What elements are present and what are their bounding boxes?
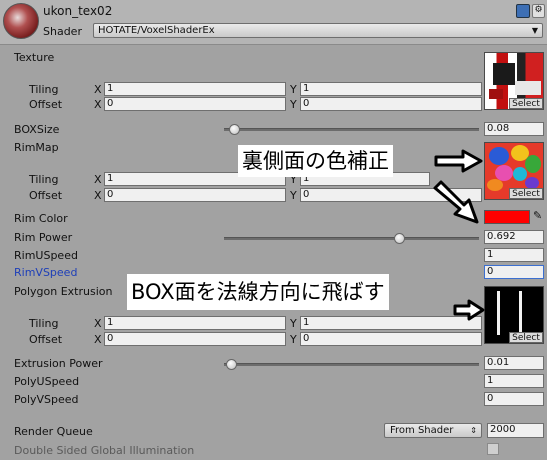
boxsize-label: BOXSize [14,123,60,136]
rimmap-select-button[interactable]: Select [509,188,543,199]
polygon-extrusion-offset-y-label: Y [290,333,297,346]
rimmap-thumbnail[interactable]: Select [484,142,544,200]
render-queue-dropdown-value: From Shader [390,425,454,436]
help-book-icon[interactable] [516,4,530,18]
rim-annotation-callout: 裏側面の色補正 [238,145,393,177]
rimmap-offset-label: Offset [29,189,63,202]
chevron-updown-icon: ⇕ [470,426,477,435]
polygon-extrusion-thumbnail[interactable]: Select [484,286,544,344]
boxsize-value-field[interactable]: 0.08 [484,122,544,136]
rim-power-slider-knob[interactable] [393,233,405,244]
rim-v-speed-field[interactable]: 0 [484,265,544,279]
texture-tiling-y-label: Y [290,83,297,96]
texture-tiling-x-label: X [94,83,102,96]
rim-power-value-field[interactable]: 0.692 [484,230,544,244]
boxsize-slider-track[interactable] [224,128,479,131]
rim-color-swatch[interactable] [484,210,530,224]
texture-tiling-y-field[interactable]: 1 [300,82,482,96]
shader-dropdown[interactable]: HOTATE/VoxelShaderEx ▼ [93,23,543,38]
rim-color-label: Rim Color [14,212,68,225]
extrusion-power-slider-track[interactable] [224,363,479,366]
texture-select-button[interactable]: Select [509,98,543,109]
rim-power-label: Rim Power [14,231,73,244]
chevron-down-icon: ▼ [531,26,538,35]
extrusion-power-slider-knob[interactable] [226,359,238,370]
double-sided-gi-label: Double Sided Global Illumination [14,444,195,457]
box-annotation-callout: BOX面を法線方向に飛ばす [127,274,389,310]
rim-power-slider-track[interactable] [224,237,479,240]
shader-label: Shader [43,25,82,38]
texture-tiling-x-field[interactable]: 1 [104,82,286,96]
rimmap-tiling-x-label: X [94,173,102,186]
render-queue-value-field[interactable]: 2000 [487,423,544,438]
texture-label: Texture [14,51,55,64]
texture-offset-y-label: Y [290,98,297,111]
boxsize-slider-knob[interactable] [228,124,240,135]
rimmap-offset-x-label: X [94,189,102,202]
render-queue-dropdown[interactable]: From Shader ⇕ [384,423,482,438]
rim-u-speed-label: RimUSpeed [14,249,78,262]
render-queue-label: Render Queue [14,425,93,438]
polygon-extrusion-tiling-y-label: Y [290,317,297,330]
shader-dropdown-value: HOTATE/VoxelShaderEx [98,25,215,36]
polygon-extrusion-offset-x-field[interactable]: 0 [104,332,286,346]
material-name: ukon_tex02 [43,4,113,18]
down-right-arrow-icon [433,180,479,224]
poly-u-speed-field[interactable]: 1 [484,374,544,388]
polygon-extrusion-tiling-x-label: X [94,317,102,330]
texture-offset-y-field[interactable]: 0 [300,97,482,111]
extrusion-power-value-field[interactable]: 0.01 [484,356,544,370]
polygon-extrusion-tiling-label: Tiling [29,317,59,330]
eyedropper-icon[interactable]: ✎ [533,209,542,222]
texture-offset-label: Offset [29,98,63,111]
texture-offset-x-label: X [94,98,102,111]
polygon-extrusion-label: Polygon Extrusion [14,285,113,298]
poly-u-speed-label: PolyUSpeed [14,375,80,388]
gear-icon[interactable]: ⚙ [532,4,545,18]
texture-thumbnail[interactable]: Select [484,52,544,110]
right-arrow-icon [453,299,485,321]
poly-v-speed-field[interactable]: 0 [484,392,544,406]
polygon-extrusion-tiling-x-field[interactable]: 1 [104,316,286,330]
rim-v-speed-label: RimVSpeed [14,266,78,279]
extrusion-power-label: Extrusion Power [14,357,103,370]
rimmap-offset-x-field[interactable]: 0 [104,188,286,202]
polygon-extrusion-offset-label: Offset [29,333,63,346]
texture-tiling-label: Tiling [29,83,59,96]
polygon-extrusion-offset-y-field[interactable]: 0 [300,332,482,346]
texture-offset-x-field[interactable]: 0 [104,97,286,111]
rimmap-label: RimMap [14,141,59,154]
rimmap-offset-y-label: Y [290,189,297,202]
double-sided-gi-checkbox[interactable] [487,443,499,455]
material-preview-icon [3,3,39,39]
rim-u-speed-field[interactable]: 1 [484,248,544,262]
rimmap-tiling-label: Tiling [29,173,59,186]
right-arrow-icon [434,149,483,173]
polygon-extrusion-select-button[interactable]: Select [509,332,543,343]
polygon-extrusion-offset-x-label: X [94,333,102,346]
poly-v-speed-label: PolyVSpeed [14,393,79,406]
